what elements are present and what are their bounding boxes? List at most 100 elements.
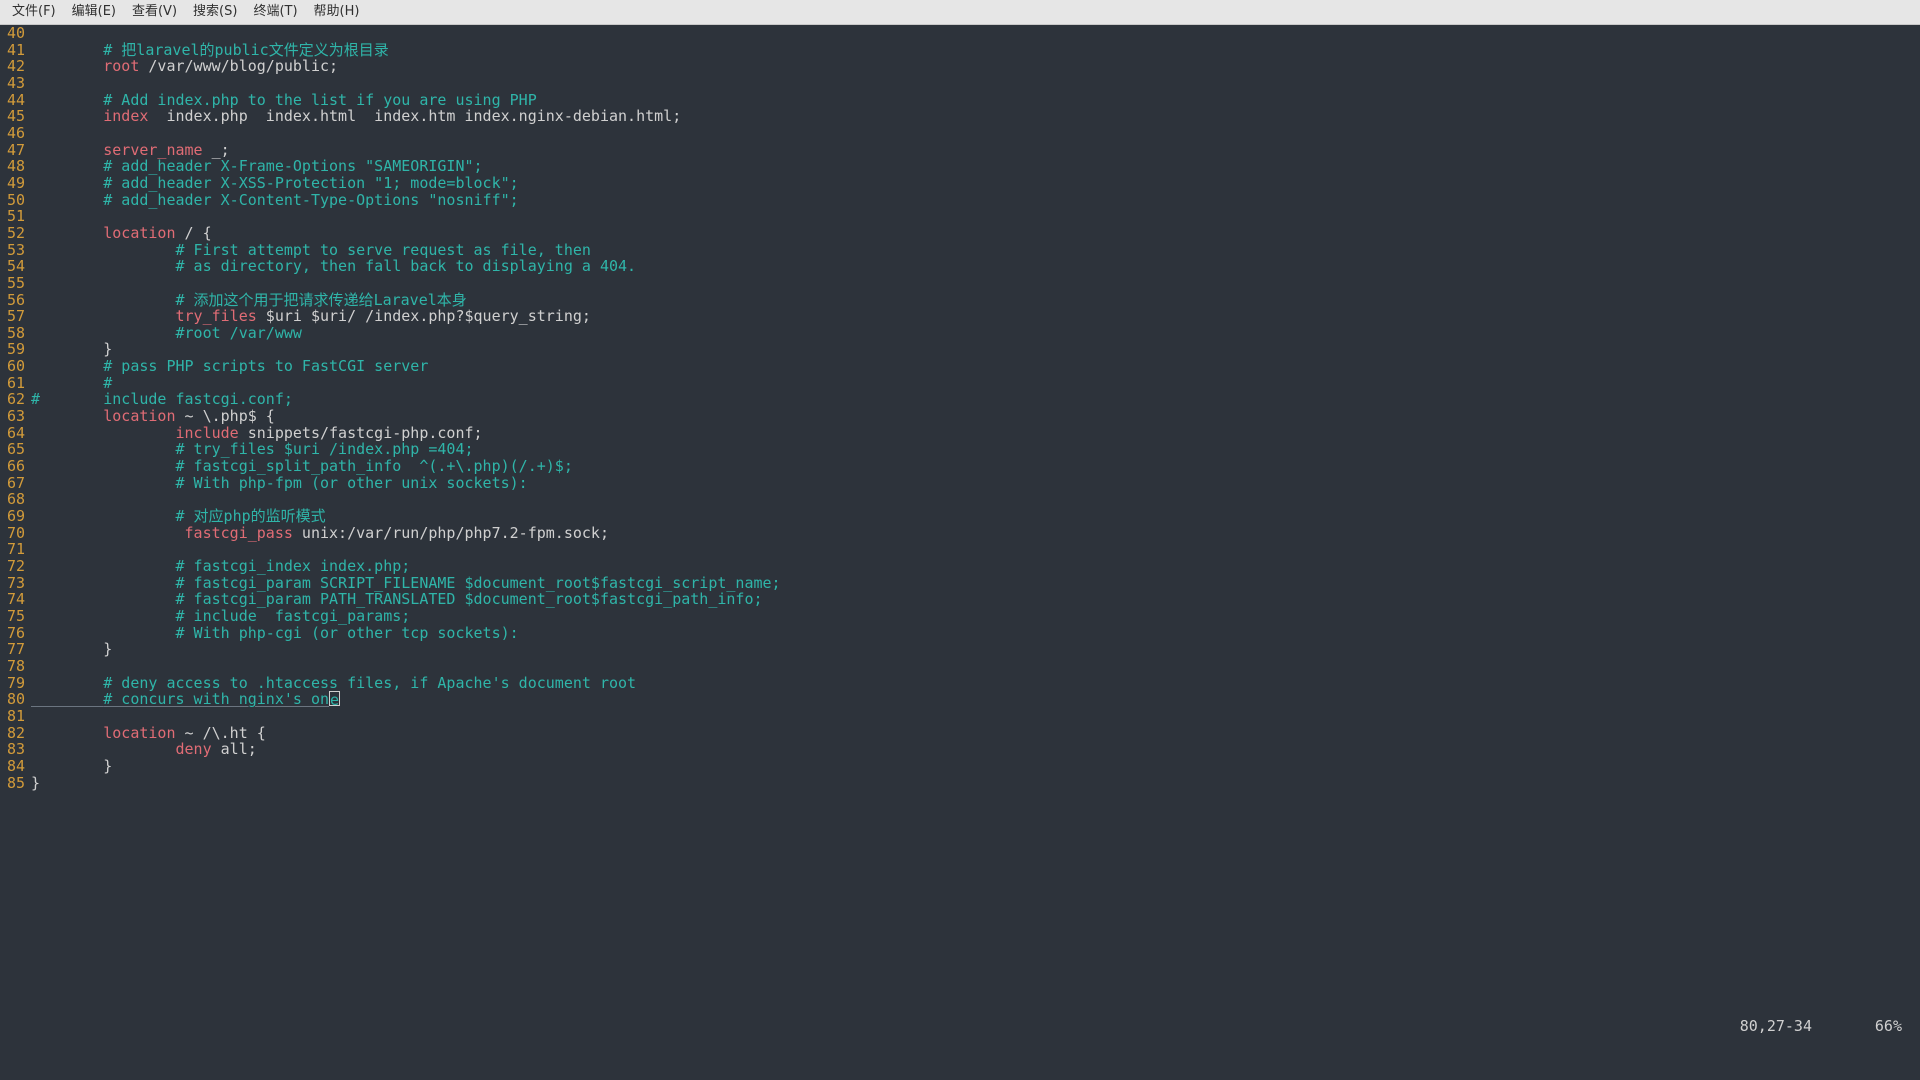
code-line[interactable] [31,708,1920,725]
line-number: 74 [0,591,28,608]
cursor: e [329,691,340,706]
line-number: 65 [0,441,28,458]
code-line[interactable] [31,491,1920,508]
code-line[interactable]: # include fastcgi.conf; [31,391,1920,408]
line-number: 41 [0,42,28,59]
code-text: snippets/fastcgi-php.conf; [239,424,483,442]
code-text [31,374,103,392]
line-number: 78 [0,658,28,675]
comment-text: # concurs with nginx's on [103,690,329,708]
code-line[interactable]: # fastcgi_split_path_info ^(.+\.php)(/.+… [31,458,1920,475]
code-text [31,257,176,275]
code-line[interactable]: } [31,775,1920,792]
code-text: / { [176,224,212,242]
menu-item-0[interactable]: 文件(F) [4,0,64,24]
line-number: 72 [0,558,28,575]
code-line[interactable]: location ~ /\.ht { [31,725,1920,742]
menu-item-3[interactable]: 搜索(S) [185,0,245,24]
comment-text: # 把laravel的public文件定义为根目录 [103,41,388,59]
code-line[interactable]: root /var/www/blog/public; [31,58,1920,75]
line-number: 53 [0,242,28,259]
code-line[interactable] [31,541,1920,558]
scroll-percent: 66% [1875,1018,1902,1035]
menu-item-1[interactable]: 编辑(E) [64,0,124,24]
line-number: 56 [0,292,28,309]
menubar: 文件(F)编辑(E)查看(V)搜索(S)终端(T)帮助(H) [0,0,1920,25]
code-line[interactable]: # 添加这个用于把请求传递给Laravel本身 [31,292,1920,309]
comment-text: # First attempt to serve request as file… [176,241,591,259]
line-number: 61 [0,375,28,392]
menu-item-4[interactable]: 终端(T) [245,0,305,24]
code-text [31,440,176,458]
code-line[interactable]: # fastcgi_param PATH_TRANSLATED $documen… [31,591,1920,608]
line-number: 62 [0,391,28,408]
code-line[interactable] [31,25,1920,42]
code-line[interactable]: # Add index.php to the list if you are u… [31,92,1920,109]
code-text: ~ \.php$ { [176,407,275,425]
code-line[interactable] [31,75,1920,92]
menu-item-5[interactable]: 帮助(H) [306,0,368,24]
code-line[interactable]: # add_header X-Frame-Options "SAMEORIGIN… [31,158,1920,175]
code-line[interactable]: # pass PHP scripts to FastCGI server [31,358,1920,375]
code-line[interactable]: # First attempt to serve request as file… [31,242,1920,259]
code-line[interactable]: index index.php index.html index.htm ind… [31,108,1920,125]
code-text: } [31,340,112,358]
code-text [31,141,103,159]
code-line[interactable] [31,658,1920,675]
code-line[interactable]: # 把laravel的public文件定义为根目录 [31,42,1920,59]
code-text [31,91,103,109]
code-text [31,607,176,625]
code-line[interactable]: #root /var/www [31,325,1920,342]
editor-viewport[interactable]: 4041424344454647484950515253545556575859… [0,25,1920,1080]
line-number: 45 [0,108,28,125]
line-number: 44 [0,92,28,109]
comment-text: # add_header X-Content-Type-Options "nos… [103,191,518,209]
code-line[interactable]: deny all; [31,741,1920,758]
keyword-text: index [103,107,148,125]
comment-text: # include fastcgi.conf; [31,390,293,408]
code-line[interactable]: # With php-fpm (or other unix sockets): [31,475,1920,492]
code-text [31,690,103,708]
code-line[interactable]: # try_files $uri /index.php =404; [31,441,1920,458]
code-text [31,590,176,608]
code-line[interactable]: # deny access to .htaccess files, if Apa… [31,675,1920,692]
code-line[interactable]: # [31,375,1920,392]
code-line[interactable]: server_name _; [31,142,1920,159]
menu-item-2[interactable]: 查看(V) [124,0,185,24]
code-line[interactable] [31,275,1920,292]
code-line[interactable]: # With php-cgi (or other tcp sockets): [31,625,1920,642]
code-line[interactable]: # 对应php的监听模式 [31,508,1920,525]
code-line[interactable]: # as directory, then fall back to displa… [31,258,1920,275]
code-text [31,624,176,642]
line-number: 84 [0,758,28,775]
code-line[interactable]: } [31,758,1920,775]
comment-text: # 添加这个用于把请求传递给Laravel本身 [176,291,467,309]
code-line[interactable]: } [31,641,1920,658]
code-line[interactable]: # add_header X-XSS-Protection "1; mode=b… [31,175,1920,192]
keyword-text: include [176,424,239,442]
code-line[interactable]: # concurs with nginx's one [31,691,1920,708]
code-area[interactable]: # 把laravel的public文件定义为根目录 root /var/www/… [31,25,1920,791]
line-number: 81 [0,708,28,725]
comment-text: # Add index.php to the list if you are u… [103,91,536,109]
code-line[interactable]: location / { [31,225,1920,242]
code-line[interactable]: try_files $uri $uri/ /index.php?$query_s… [31,308,1920,325]
code-line[interactable]: location ~ \.php$ { [31,408,1920,425]
code-text: } [31,757,112,775]
code-text [31,107,103,125]
code-text [31,724,103,742]
code-line[interactable] [31,125,1920,142]
code-text [31,241,176,259]
code-line[interactable]: fastcgi_pass unix:/var/run/php/php7.2-fp… [31,525,1920,542]
code-line[interactable]: # fastcgi_param SCRIPT_FILENAME $documen… [31,575,1920,592]
code-text: } [31,640,112,658]
code-text [31,524,185,542]
line-number: 51 [0,208,28,225]
code-line[interactable] [31,208,1920,225]
line-number: 42 [0,58,28,75]
code-line[interactable]: # add_header X-Content-Type-Options "nos… [31,192,1920,209]
code-line[interactable]: # include fastcgi_params; [31,608,1920,625]
code-line[interactable]: include snippets/fastcgi-php.conf; [31,425,1920,442]
code-line[interactable]: # fastcgi_index index.php; [31,558,1920,575]
code-line[interactable]: } [31,341,1920,358]
